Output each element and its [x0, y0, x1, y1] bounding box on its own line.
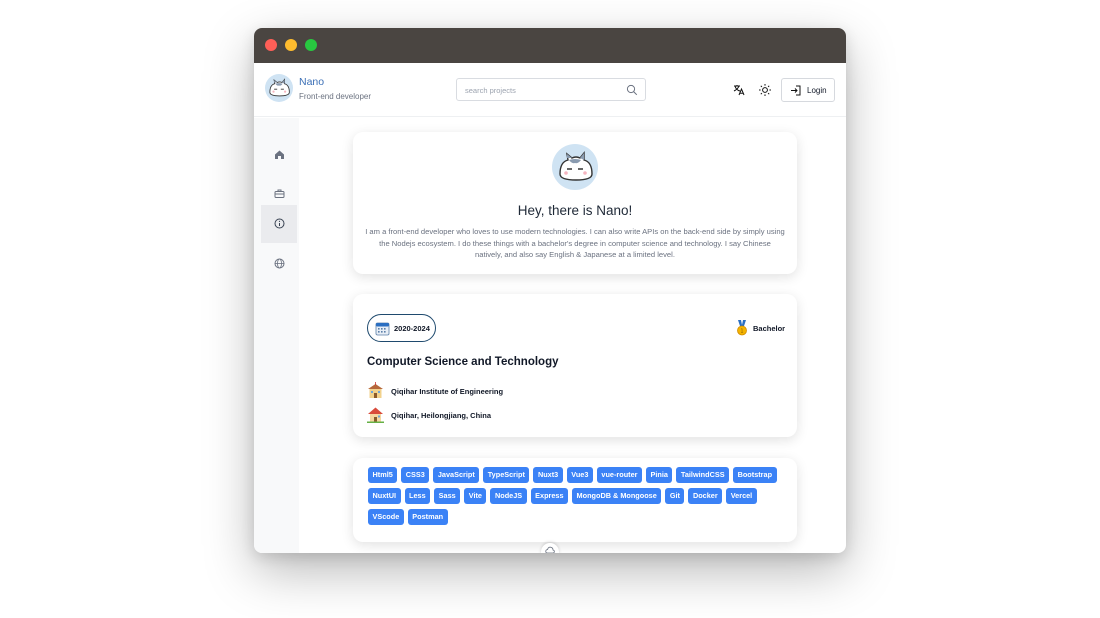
education-card: 2020-2024 1 Bachelor Computer Science an… [353, 294, 797, 437]
minimize-window-button[interactable] [285, 39, 297, 51]
briefcase-icon [274, 189, 285, 198]
degree-label: Bachelor [753, 324, 786, 333]
skill-tag: TypeScript [483, 467, 530, 483]
browser-window: Nano Front-end developer search projects [254, 28, 846, 553]
house-icon [367, 407, 384, 423]
skill-tag: Html5 [368, 467, 398, 483]
avatar[interactable] [265, 74, 293, 102]
skill-tag: Nuxt3 [533, 467, 563, 483]
skill-tag: Pinia [645, 467, 673, 483]
maximize-window-button[interactable] [305, 39, 317, 51]
skill-tag: CSS3 [401, 467, 430, 483]
search-icon [626, 84, 638, 96]
skills-card: Html5 CSS3 JavaScript TypeScript Nuxt3 Vue3 vu… [353, 458, 797, 542]
calendar-icon [375, 322, 390, 336]
login-label: Login [807, 86, 827, 95]
intro-text: I am a front-end developer who loves to … [365, 227, 785, 260]
skill-tag: JavaScript [433, 467, 480, 483]
education-years: 2020-2024 [394, 324, 430, 333]
skill-tag: Vite [464, 488, 487, 504]
skill-tag: Git [665, 488, 685, 504]
skill-tag: VScode [368, 509, 404, 525]
medal-icon: 1 [737, 320, 747, 336]
profile-card: Hey, there is Nano! I am a front-end dev… [353, 132, 797, 274]
sidebar-item-home[interactable] [261, 136, 297, 174]
translate-icon[interactable] [732, 83, 746, 97]
cat-avatar-icon [559, 151, 593, 181]
greeting-heading: Hey, there is Nano! [517, 203, 633, 218]
school-icon [368, 382, 383, 398]
skill-tag: Postman [407, 509, 448, 525]
skill-tag: MongoDB & Mongoose [572, 488, 662, 504]
skill-tag: Less [404, 488, 431, 504]
location-text: Qiqihar, Heilongjiang, China [391, 411, 492, 420]
site-name[interactable]: Nano [299, 76, 324, 88]
login-icon [791, 85, 801, 96]
site-header: Nano Front-end developer search projects [254, 63, 846, 117]
profile-avatar [552, 144, 598, 190]
theme-toggle-icon[interactable] [758, 83, 772, 97]
skill-tag: Vue3 [566, 467, 593, 483]
skill-tag: NuxtUI [368, 488, 401, 504]
skills-tag-list: Html5 CSS3 JavaScript TypeScript Nuxt3 Vue3 vu… [368, 467, 788, 525]
skill-tag: vue-router [596, 467, 642, 483]
sidebar-item-about[interactable] [261, 205, 297, 243]
skill-tag: Docker [688, 488, 723, 504]
cat-avatar-icon [269, 78, 290, 97]
skill-tag: Vercel [726, 488, 757, 504]
site-subtitle: Front-end developer [299, 92, 372, 101]
sidebar [254, 118, 299, 553]
svg-text:1: 1 [740, 329, 743, 335]
search-input[interactable]: search projects [456, 78, 646, 101]
major-title: Computer Science and Technology [367, 356, 559, 368]
school-name: Qiqihar Institute of Engineering [391, 387, 504, 396]
close-window-button[interactable] [265, 39, 277, 51]
skill-tag: Sass [434, 488, 461, 504]
cloud-icon [545, 546, 555, 553]
scroll-top-button[interactable] [541, 543, 559, 553]
skill-tag: Bootstrap [733, 467, 777, 483]
search-placeholder: search projects [465, 86, 516, 95]
globe-icon [274, 258, 285, 269]
info-icon [274, 218, 285, 229]
skill-tag: NodeJS [490, 488, 527, 504]
window-titlebar [254, 28, 846, 63]
education-years-badge: 2020-2024 [367, 314, 436, 342]
home-icon [275, 150, 284, 159]
skill-tag: Express [530, 488, 569, 504]
sidebar-item-links[interactable] [261, 245, 297, 283]
login-button[interactable]: Login [781, 78, 835, 102]
skill-tag: TailwindCSS [676, 467, 730, 483]
